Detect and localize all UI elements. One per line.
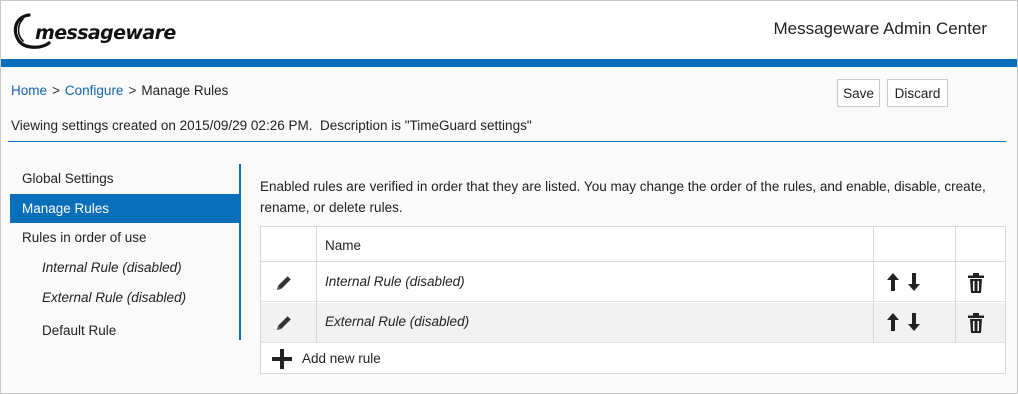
messageware-logo: messageware — [11, 9, 176, 53]
breadcrumb-separator: > — [128, 83, 137, 98]
column-header-name: Name — [325, 238, 362, 253]
plus-icon[interactable] — [272, 349, 292, 372]
arrow-up-icon[interactable] — [885, 271, 901, 296]
sidebar-nav: Global Settings Manage Rules Rules in or… — [10, 164, 241, 340]
discard-button[interactable]: Discard — [887, 79, 948, 107]
save-button[interactable]: Save — [837, 79, 880, 107]
sidebar-item-global-settings[interactable]: Global Settings — [10, 164, 239, 193]
pencil-icon[interactable] — [274, 273, 294, 296]
breadcrumb-current: Manage Rules — [141, 83, 229, 98]
add-rule-row[interactable]: Add new rule — [261, 344, 1005, 374]
sidebar-item-rules-in-order[interactable]: Rules in order of use — [10, 223, 239, 252]
column-divider — [955, 227, 956, 343]
rule-name[interactable]: Internal Rule (disabled) — [325, 274, 465, 289]
logo-wordmark: messageware — [35, 22, 176, 44]
app-title: Messageware Admin Center — [773, 19, 987, 38]
sidebar-item-external-rule[interactable]: External Rule (disabled) — [10, 283, 239, 312]
column-divider — [873, 227, 874, 343]
breadcrumb-separator: > — [52, 83, 60, 98]
add-new-rule-link[interactable]: Add new rule — [302, 351, 381, 366]
sidebar-item-internal-rule[interactable]: Internal Rule (disabled) — [10, 253, 239, 282]
column-divider — [316, 227, 317, 343]
breadcrumb: Home > Configure > Manage Rules — [11, 83, 228, 98]
trash-icon[interactable] — [967, 272, 985, 297]
pencil-icon[interactable] — [274, 313, 294, 336]
arrow-up-icon[interactable] — [885, 311, 901, 336]
arrow-down-icon[interactable] — [906, 271, 922, 296]
rules-table: Name Internal Rule (disabled) External R… — [260, 226, 1006, 374]
settings-info-text: Viewing settings created on 2015/09/29 0… — [11, 118, 532, 133]
header-accent-bar — [1, 59, 1017, 67]
section-divider — [8, 141, 1006, 142]
rule-name[interactable]: External Rule (disabled) — [325, 314, 469, 329]
table-header: Name — [261, 227, 1005, 262]
sidebar-item-manage-rules[interactable]: Manage Rules — [10, 194, 239, 223]
breadcrumb-home-link[interactable]: Home — [11, 83, 47, 98]
breadcrumb-configure-link[interactable]: Configure — [65, 83, 124, 98]
sidebar-item-default-rule[interactable]: Default Rule — [10, 316, 239, 345]
table-row: External Rule (disabled) — [261, 303, 1005, 343]
app-header: messageware Messageware Admin Center — [1, 1, 1017, 59]
arrow-down-icon[interactable] — [906, 311, 922, 336]
trash-icon[interactable] — [967, 312, 985, 337]
table-row: Internal Rule (disabled) — [261, 262, 1005, 302]
rules-description: Enabled rules are verified in order that… — [260, 179, 986, 215]
